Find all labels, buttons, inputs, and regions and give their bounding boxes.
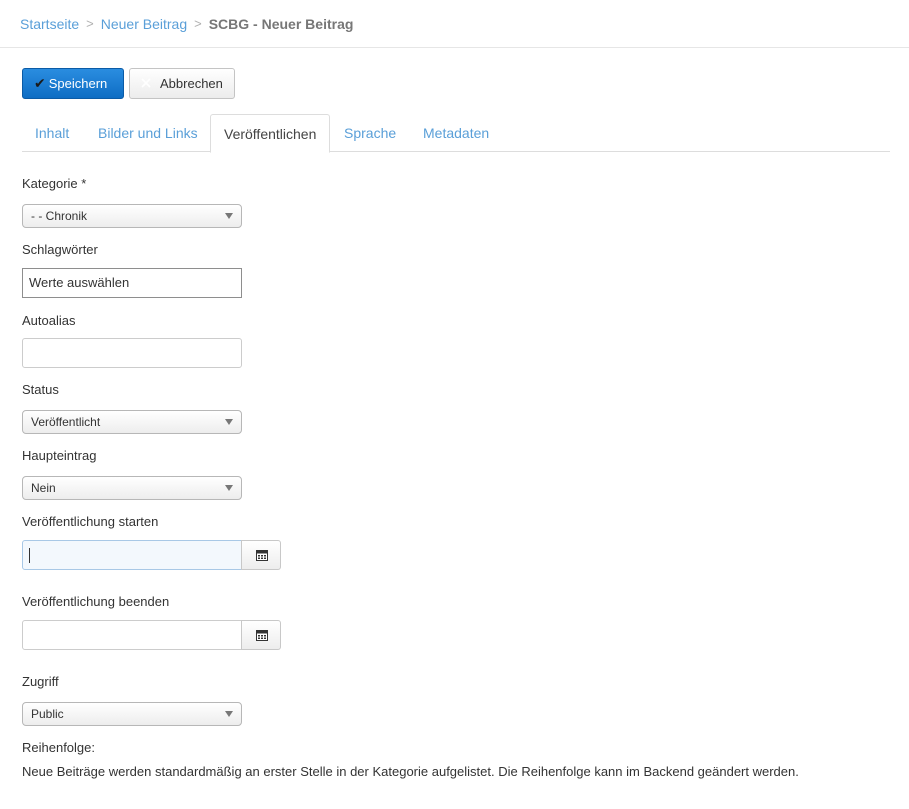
breadcrumb-parent-link[interactable]: Neuer Beitrag (101, 16, 187, 32)
haupteintrag-value: Nein (31, 481, 56, 495)
calendar-icon (256, 630, 268, 641)
status-value: Veröffentlicht (31, 415, 101, 429)
breadcrumb-separator-icon: > (86, 16, 94, 31)
tab-veroeffentlichen[interactable]: Veröffentlichen (210, 114, 331, 153)
text-cursor (29, 548, 30, 563)
autoalias-input[interactable] (22, 338, 242, 368)
haupteintrag-select[interactable]: Nein (22, 476, 242, 500)
schlagwoerter-input[interactable]: Werte auswählen (22, 268, 242, 298)
tab-bilder-und-links[interactable]: Bilder und Links (85, 114, 211, 152)
publish-up-label: Veröffentlichung starten (22, 514, 159, 529)
schlagwoerter-label: Schlagwörter (22, 242, 98, 257)
publish-down-calendar-button[interactable] (241, 620, 281, 650)
reihenfolge-text: Neue Beiträge werden standardmäßig an er… (22, 764, 799, 779)
kategorie-label: Kategorie * (22, 176, 87, 191)
tab-bar: Inhalt Bilder und Links Veröffentlichen … (22, 114, 890, 153)
save-button[interactable]: ✔ Speichern (22, 68, 124, 99)
publish-up-input[interactable] (22, 540, 242, 570)
publish-down-label: Veröffentlichung beenden (22, 594, 170, 609)
status-select[interactable]: Veröffentlicht (22, 410, 242, 434)
zugriff-select[interactable]: Public (22, 702, 242, 726)
breadcrumb: Startseite > Neuer Beitrag > SCBG - Neue… (0, 0, 909, 48)
haupteintrag-label: Haupteintrag (22, 448, 97, 463)
chevron-down-icon (225, 419, 233, 425)
reihenfolge-label: Reihenfolge: (22, 740, 95, 755)
breadcrumb-home-link[interactable]: Startseite (20, 16, 79, 32)
check-icon: ✔ (34, 75, 46, 91)
schlagwoerter-placeholder: Werte auswählen (29, 275, 130, 290)
breadcrumb-current: SCBG - Neuer Beitrag (208, 15, 354, 32)
chevron-down-icon (225, 485, 233, 491)
publish-up-calendar-button[interactable] (241, 540, 281, 570)
close-icon (141, 78, 151, 88)
save-button-label: Speichern (48, 76, 108, 91)
cancel-button[interactable]: Abbrechen (129, 68, 235, 99)
chevron-down-icon (225, 711, 233, 717)
zugriff-value: Public (31, 707, 64, 721)
tab-metadaten[interactable]: Metadaten (410, 114, 502, 152)
breadcrumb-separator-icon: > (194, 16, 202, 31)
autoalias-label: Autoalias (22, 313, 76, 328)
cancel-button-label: Abbrechen (160, 76, 223, 91)
tab-inhalt[interactable]: Inhalt (22, 114, 82, 152)
calendar-icon (256, 550, 268, 561)
zugriff-label: Zugriff (22, 674, 59, 689)
kategorie-value: - - Chronik (31, 209, 88, 223)
chevron-down-icon (225, 213, 233, 219)
status-label: Status (22, 382, 59, 397)
tab-sprache[interactable]: Sprache (331, 114, 409, 152)
publish-down-input[interactable] (22, 620, 242, 650)
kategorie-select[interactable]: - - Chronik (22, 204, 242, 228)
